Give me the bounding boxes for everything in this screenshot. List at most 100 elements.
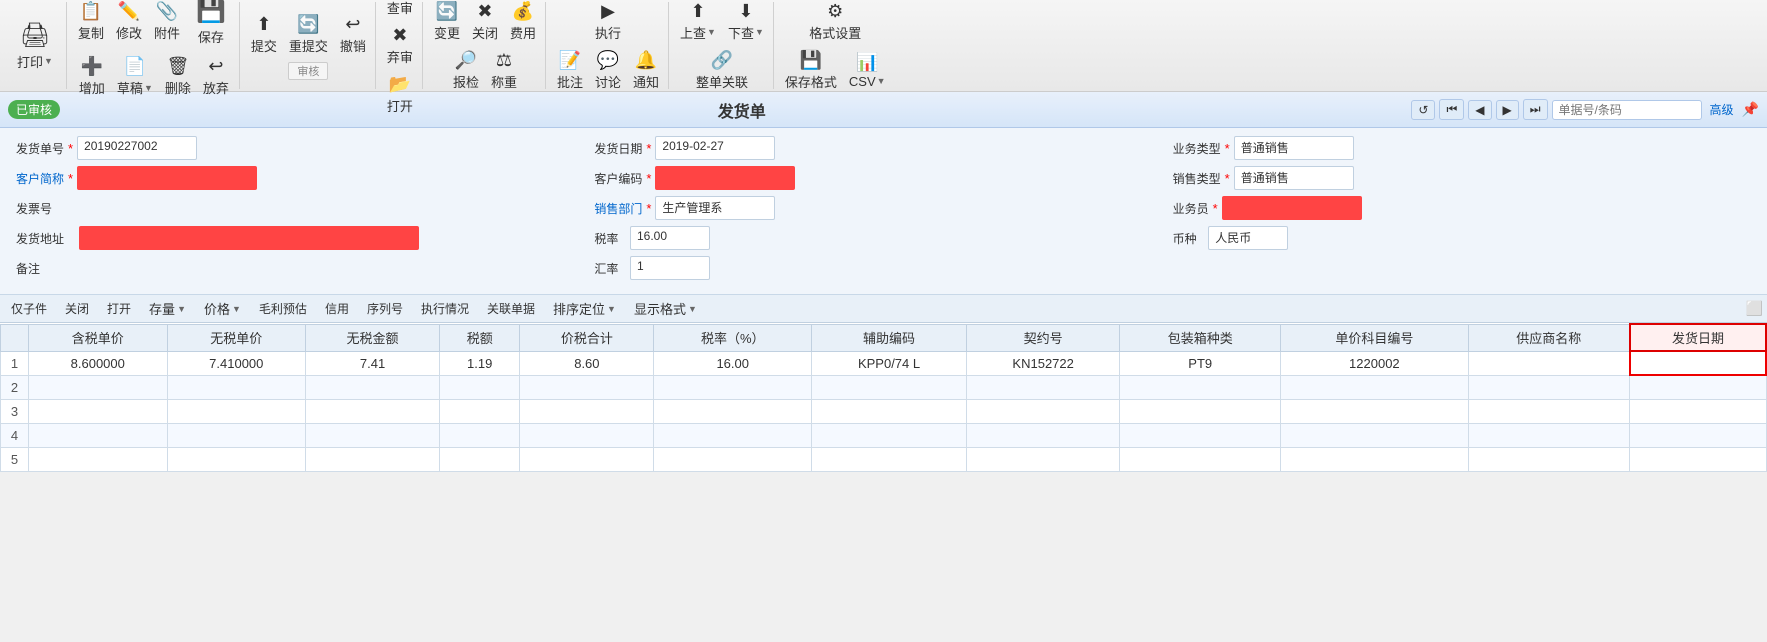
execute-button[interactable]: ▶ 执行 [590,0,626,45]
cell-tax_amount[interactable] [440,423,520,447]
cell-tax_unit_price[interactable] [29,447,168,471]
save-format-button[interactable]: 💾 保存格式 [780,47,842,94]
fee-button[interactable]: 💰 费用 [505,0,541,45]
advanced-search-button[interactable]: 高级 [1710,101,1734,118]
modify-button[interactable]: ✏️ 修改 [111,0,147,45]
cell-tax_total[interactable]: 8.60 [520,351,654,375]
cell-tax_amount[interactable] [440,399,520,423]
draft-button[interactable]: 📄 草稿 ▼ [112,53,158,100]
table-row[interactable]: 3 [1,399,1767,423]
sales-dept-label[interactable]: 销售部门 [594,200,642,217]
cell-unit_price[interactable]: 7.410000 [167,351,306,375]
last-record-button[interactable]: ⏭ [1523,99,1548,120]
cell-unit_subject_code[interactable] [1281,423,1469,447]
annotate-button[interactable]: 📝 批注 [552,47,588,94]
cell-unit_subject_code[interactable] [1281,399,1469,423]
credit-button[interactable]: 信用 [318,297,356,320]
cell-aux_code[interactable] [812,423,967,447]
cell-tax_total[interactable] [520,447,654,471]
serial-no-button[interactable]: 序列号 [360,297,410,320]
only-children-button[interactable]: 仅子件 [4,297,54,320]
cell-package_type[interactable] [1120,447,1281,471]
weigh-button[interactable]: ⚖ 称重 [486,47,522,94]
csv-button[interactable]: 📊 CSV ▼ [844,49,891,92]
refresh-button[interactable]: ↺ [1411,100,1435,120]
cell-contract_no[interactable]: KN152722 [966,351,1119,375]
cell-unit_price[interactable] [167,423,306,447]
cell-row_num[interactable]: 5 [1,447,29,471]
cell-row_num[interactable]: 4 [1,423,29,447]
resubmit-button[interactable]: 🔄 重提交 [284,11,333,58]
cell-no_tax_amount[interactable]: 7.41 [306,351,440,375]
save-button[interactable]: 💾 保存 [187,0,235,51]
table-row[interactable]: 18.6000007.4100007.411.198.6016.00KPP0/7… [1,351,1767,375]
cell-tax_rate_pct[interactable] [654,375,812,399]
cell-tax_rate_pct[interactable] [654,423,812,447]
trace-up-button[interactable]: ⬆ 上查 ▼ [675,0,721,45]
cell-unit_price[interactable] [167,399,306,423]
cell-tax_rate_pct[interactable] [654,399,812,423]
cell-no_tax_amount[interactable] [306,399,440,423]
cell-tax_unit_price[interactable] [29,399,168,423]
cell-supplier_name[interactable] [1468,375,1630,399]
cell-aux_code[interactable] [812,447,967,471]
attachment-button[interactable]: 📎 附件 [149,0,185,45]
cell-tax_rate_pct[interactable] [654,447,812,471]
table-row[interactable]: 2 [1,375,1767,399]
prev-record-button[interactable]: ◀ [1468,100,1491,120]
cell-row_num[interactable]: 3 [1,399,29,423]
cell-package_type[interactable] [1120,375,1281,399]
notify-button[interactable]: 🔔 通知 [628,47,664,94]
cell-ship_date[interactable] [1630,399,1766,423]
cell-tax_total[interactable] [520,399,654,423]
cell-supplier_name[interactable] [1468,351,1630,375]
discuss-button[interactable]: 💬 讨论 [590,47,626,94]
cell-unit_price[interactable] [167,447,306,471]
cell-no_tax_amount[interactable] [306,375,440,399]
cell-tax_amount[interactable] [440,375,520,399]
next-record-button[interactable]: ▶ [1496,100,1519,120]
expand-icon[interactable]: ⬜ [1746,300,1763,317]
cell-no_tax_amount[interactable] [306,423,440,447]
cell-supplier_name[interactable] [1468,399,1630,423]
check-audit-button[interactable]: 🔍 查审 [382,0,418,20]
cell-aux_code[interactable] [812,399,967,423]
table-close-button[interactable]: 关闭 [58,297,96,320]
cell-row_num[interactable]: 1 [1,351,29,375]
cell-ship_date[interactable] [1630,375,1766,399]
copy-button[interactable]: 📋 复制 [73,0,109,45]
trace-down-button[interactable]: ⬇ 下查 ▼ [723,0,769,45]
format-settings-button[interactable]: ⚙ 格式设置 [804,0,866,45]
discard-button[interactable]: ↩ 放弃 [198,53,234,100]
cell-supplier_name[interactable] [1468,447,1630,471]
cell-tax_rate_pct[interactable]: 16.00 [654,351,812,375]
link-all-button[interactable]: 🔗 整单关联 [691,47,753,94]
sort-locate-button[interactable]: 排序定位 ▼ [546,296,623,321]
price-button[interactable]: 价格 ▼ [197,296,248,321]
cell-row_num[interactable]: 2 [1,375,29,399]
cell-ship_date[interactable] [1630,351,1766,375]
cell-package_type[interactable] [1120,399,1281,423]
print-button[interactable]: 🖨 打印 ▼ [8,16,62,76]
close-button[interactable]: ✖ 关闭 [467,0,503,45]
cell-package_type[interactable]: PT9 [1120,351,1281,375]
exec-status-button[interactable]: 执行情况 [414,297,476,320]
cell-unit_subject_code[interactable] [1281,375,1469,399]
cell-supplier_name[interactable] [1468,423,1630,447]
cell-ship_date[interactable] [1630,447,1766,471]
customer-label[interactable]: 客户简称 [16,170,64,187]
first-record-button[interactable]: ⏮ [1439,99,1464,120]
cell-no_tax_amount[interactable] [306,447,440,471]
table-open-button[interactable]: 打开 [100,297,138,320]
cell-contract_no[interactable] [966,423,1119,447]
reject-audit-button[interactable]: ✖ 弃审 [382,22,418,69]
gross-profit-button[interactable]: 毛利预估 [252,297,314,320]
cell-contract_no[interactable] [966,447,1119,471]
cell-tax_total[interactable] [520,375,654,399]
search-input[interactable] [1552,100,1702,120]
cell-tax_unit_price[interactable] [29,375,168,399]
cell-aux_code[interactable] [812,375,967,399]
table-row[interactable]: 4 [1,423,1767,447]
cell-aux_code[interactable]: KPP0/74 L [812,351,967,375]
cell-ship_date[interactable] [1630,423,1766,447]
